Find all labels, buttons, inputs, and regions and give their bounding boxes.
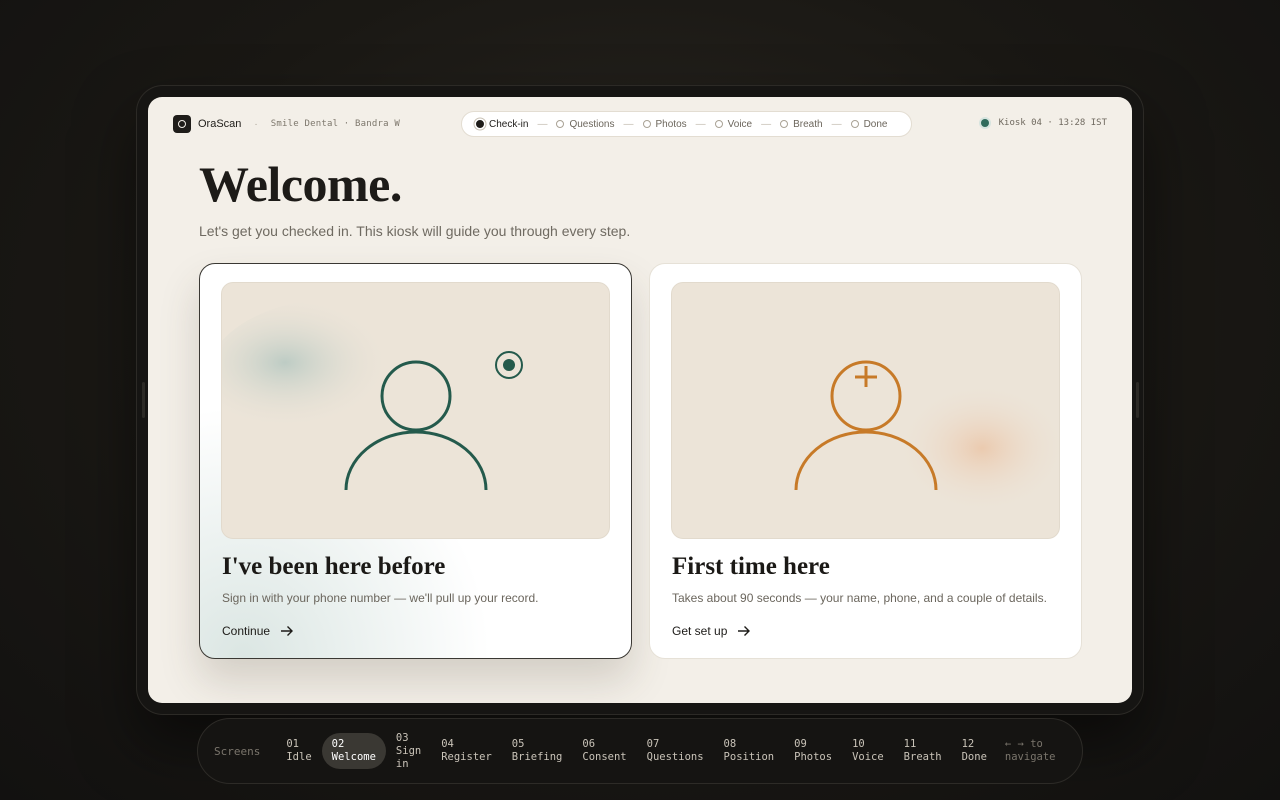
step-label: Done [863, 118, 888, 130]
device-side-button [1136, 382, 1139, 418]
new-patient-illustration [671, 282, 1060, 539]
device-side-button [142, 382, 145, 418]
card-title: I've been here before [222, 553, 446, 580]
clinic-name: Smile Dental · Bandra W [270, 119, 400, 129]
brand-name: OraScan [198, 118, 242, 130]
screen-nav-item[interactable]: 07 Questions [637, 733, 714, 769]
screen-nav-item[interactable]: 09 Photos [784, 733, 842, 769]
brand-separator: · [254, 118, 258, 130]
screen-nav-item[interactable]: 04 Register [431, 733, 502, 769]
progress-stepper: Check-in — Questions — Photos — Voice — Breath — D… [461, 111, 912, 137]
arrow-right-icon [281, 626, 294, 636]
page-subtitle: Let's get you checked in. This kiosk wil… [199, 223, 631, 239]
step-dot-icon [476, 120, 484, 128]
step-separator: — [537, 118, 548, 130]
navigator-label: Screens [214, 744, 261, 758]
kiosk-status: Kiosk 04 · 13:28 IST [980, 118, 1107, 128]
get-set-up-button[interactable]: Get set up [672, 624, 751, 638]
returning-patient-illustration [221, 282, 610, 539]
screen-navigator: Screens 01 Idle 02 Welcome 03 Sign in 04 Re… [197, 718, 1083, 784]
orascan-logo-icon [173, 115, 191, 133]
screen-nav-item[interactable]: 01 Idle [276, 733, 321, 769]
step-dot-icon [850, 120, 859, 128]
card-title: First time here [672, 553, 830, 580]
kiosk-id-time: Kiosk 04 · 13:28 IST [998, 118, 1107, 128]
page-title: Welcome. [199, 156, 402, 212]
brand: OraScan · Smile Dental · Bandra W [173, 115, 400, 133]
step-photos: Photos [642, 118, 687, 130]
step-separator: — [695, 118, 706, 130]
kiosk-screen: OraScan · Smile Dental · Bandra W Check-… [148, 97, 1132, 703]
step-questions: Questions [556, 118, 615, 130]
online-status-icon [980, 119, 989, 127]
step-separator: — [831, 118, 842, 130]
step-voice: Voice [714, 118, 753, 130]
step-dot-icon [642, 120, 651, 128]
card-description: Takes about 90 seconds — your name, phon… [672, 591, 1047, 605]
step-dot-icon [780, 120, 789, 128]
new-patient-card[interactable]: First time here Takes about 90 seconds —… [649, 263, 1082, 659]
step-dot-icon [556, 120, 565, 128]
step-dot-icon [714, 120, 723, 128]
step-done: Done [850, 118, 888, 130]
user-plus-icon [794, 338, 1059, 528]
screen-nav-item[interactable]: 05 Briefing [502, 733, 573, 769]
step-label: Breath [793, 118, 823, 130]
screen-nav-item[interactable]: 06 Consent [572, 733, 636, 769]
step-label: Check-in [489, 118, 529, 130]
step-separator: — [623, 118, 634, 130]
cta-label: Continue [222, 624, 271, 638]
step-check-in: Check-in [476, 119, 528, 130]
screen-nav-item[interactable]: 02 Welcome [321, 733, 386, 769]
user-icon [222, 298, 523, 491]
screen-nav-item[interactable]: 08 Position [714, 733, 785, 769]
step-label: Photos [655, 118, 687, 130]
screen-nav-item[interactable]: 03 Sign in [386, 727, 431, 776]
card-description: Sign in with your phone number — we'll p… [222, 591, 539, 605]
step-separator: — [761, 118, 772, 130]
step-label: Questions [569, 118, 615, 130]
screen-nav-item[interactable]: 10 Voice [842, 733, 894, 769]
keyboard-hint: ← → to navigate [1004, 738, 1056, 763]
returning-patient-card[interactable]: I've been here before Sign in with your … [199, 263, 632, 659]
cta-label: Get set up [672, 624, 728, 638]
continue-button[interactable]: Continue [222, 624, 294, 638]
screen-nav-item[interactable]: 12 Done [952, 733, 997, 769]
step-breath: Breath [780, 118, 823, 130]
screen-nav-item[interactable]: 11 Breath [894, 733, 952, 769]
step-label: Voice [727, 118, 753, 130]
arrow-right-icon [738, 626, 751, 636]
